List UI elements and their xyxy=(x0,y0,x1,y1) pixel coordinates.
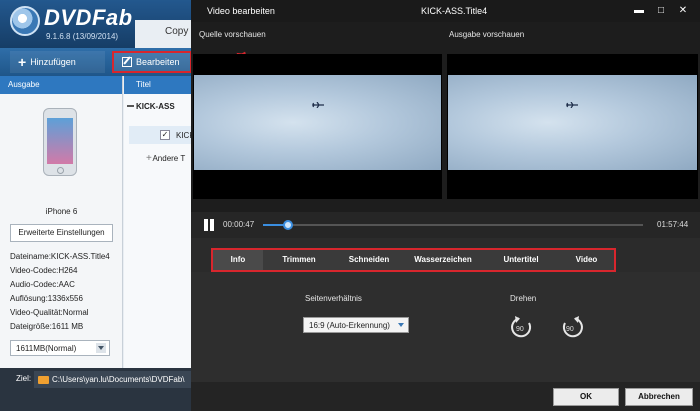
phone-screen xyxy=(47,118,73,164)
edit-tabs: Info Trimmen Schneiden Wasserzeichen Unt… xyxy=(211,248,616,272)
aspect-ratio-value: 16:9 (Auto-Erkennung) xyxy=(309,321,390,330)
tab-untertitel[interactable]: Untertitel xyxy=(483,250,559,270)
chevron-down-icon xyxy=(96,343,106,353)
dvdfab-logo-icon xyxy=(10,6,40,36)
output-preview-sky xyxy=(448,75,697,170)
source-preview-label: Quelle vorschauen xyxy=(199,30,266,39)
app-version: 9.1.6.8 (13/09/2014) xyxy=(46,32,119,41)
ok-button[interactable]: OK xyxy=(553,388,619,406)
rotate-label: Drehen xyxy=(510,294,537,303)
jet-icon xyxy=(566,102,578,108)
edit-button[interactable]: Bearbeiten xyxy=(112,51,192,73)
output-panel-header: Ausgabe xyxy=(0,76,122,94)
destination-path-field[interactable]: C:\Users\yan.lu\Documents\DVDFab\ xyxy=(34,371,194,388)
preview-area: Quelle vorschauen Ausgabe vorschauen xyxy=(191,22,700,212)
seek-bar[interactable] xyxy=(263,220,643,230)
brand-name: DVDFab xyxy=(44,5,133,30)
other-titles-label: Andere T xyxy=(152,154,186,163)
minimize-icon[interactable]: ▬ xyxy=(632,4,646,18)
pause-icon[interactable] xyxy=(203,219,215,231)
source-preview-video xyxy=(193,54,442,199)
iphone-device-icon xyxy=(43,108,77,176)
tab-copy[interactable]: Copy xyxy=(135,20,195,48)
info-tab-content: Seitenverhältnis 16:9 (Auto-Erkennung) D… xyxy=(191,272,700,382)
destination-label: Ziel: xyxy=(16,374,32,383)
destination-path-text: C:\Users\yan.lu\Documents\DVDFab\ xyxy=(52,375,185,384)
dialog-button-bar: OK Abbrechen xyxy=(191,382,700,411)
aspect-ratio-select[interactable]: 16:9 (Auto-Erkennung) xyxy=(303,317,409,333)
info-audio-codec: Audio-Codec:AAC xyxy=(10,280,75,289)
collapse-icon[interactable] xyxy=(127,105,134,107)
output-preview-video xyxy=(447,54,698,199)
info-video-quality: Video-Qualität:Normal xyxy=(10,308,89,317)
dialog-subtitle: KICK-ASS.Title4 xyxy=(421,6,488,16)
tab-schneiden[interactable]: Schneiden xyxy=(335,250,403,270)
cancel-button[interactable]: Abbrechen xyxy=(625,388,693,406)
title-checkbox[interactable]: ✓ xyxy=(160,130,170,140)
edit-button-label: Bearbeiten xyxy=(136,57,180,67)
tab-trimmen[interactable]: Trimmen xyxy=(263,250,335,270)
plus-icon: + xyxy=(18,54,27,70)
output-preview-label: Ausgabe vorschauen xyxy=(449,30,525,39)
phone-home-button xyxy=(57,167,64,174)
info-video-codec: Video-Codec:H264 xyxy=(10,266,78,275)
edit-icon xyxy=(122,57,132,67)
output-panel: Ausgabe iPhone 6 Erweiterte Einstellunge… xyxy=(0,76,123,368)
device-name: iPhone 6 xyxy=(45,207,78,216)
close-icon[interactable]: ✕ xyxy=(676,4,690,18)
info-resolution: Auflösung:1336x556 xyxy=(10,294,83,303)
folder-icon[interactable] xyxy=(38,376,49,384)
info-filename: Dateiname:KICK-ASS.Title4 xyxy=(10,252,110,261)
rotate-right-button[interactable]: 90 xyxy=(559,314,585,340)
file-size-select[interactable]: 1611MB(Normal) xyxy=(10,340,110,356)
add-button[interactable]: + Hinzufügen xyxy=(10,51,105,73)
seek-handle[interactable] xyxy=(283,220,294,230)
advanced-settings-button[interactable]: Erweiterte Einstellungen xyxy=(10,224,113,242)
tab-wasserzeichen[interactable]: Wasserzeichen xyxy=(403,250,483,270)
source-preview-sky xyxy=(194,75,441,170)
title-row-main[interactable]: KICK-ASS xyxy=(136,102,175,111)
jet-icon xyxy=(312,102,324,108)
dialog-titlebar: Video bearbeiten KICK-ASS.Title4 ▬ □ ✕ xyxy=(191,0,700,22)
rotate-left-button[interactable]: 90 xyxy=(509,314,535,340)
info-file-size: Dateigröße:1611 MB xyxy=(10,322,84,331)
rotate-right-value: 90 xyxy=(566,326,574,333)
other-titles-link[interactable]: Andere T xyxy=(148,154,185,163)
add-button-label: Hinzufügen xyxy=(30,57,76,67)
chevron-down-icon xyxy=(398,323,404,330)
maximize-icon[interactable]: □ xyxy=(654,4,668,18)
rotate-left-value: 90 xyxy=(516,326,524,333)
file-size-select-value: 1611MB(Normal) xyxy=(16,344,77,353)
current-time: 00:00:47 xyxy=(223,220,255,229)
tab-info[interactable]: Info xyxy=(213,250,263,270)
aspect-ratio-label: Seitenverhältnis xyxy=(305,294,362,303)
playback-controls: 00:00:47 01:57:44 xyxy=(191,212,700,238)
tab-video[interactable]: Video xyxy=(559,250,614,270)
total-time: 01:57:44 xyxy=(657,220,689,229)
edit-video-dialog: Video bearbeiten KICK-ASS.Title4 ▬ □ ✕ Q… xyxy=(191,0,700,411)
dialog-title: Video bearbeiten xyxy=(207,6,275,16)
